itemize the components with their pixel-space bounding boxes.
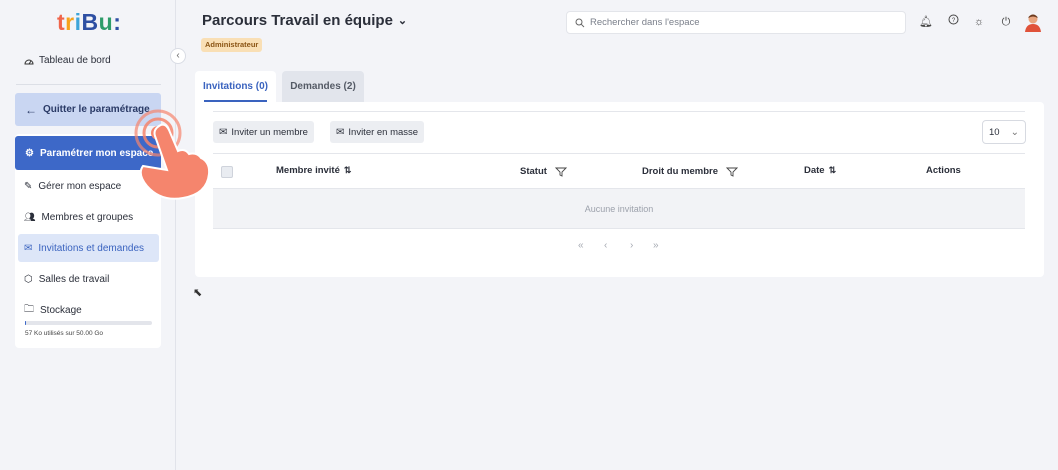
users-icon: 👥︎ — [24, 211, 36, 222]
tab-requests-label: Demandes (2) — [290, 81, 356, 92]
gear-icon: ⚙ — [25, 147, 34, 159]
column-right-label: Droit du membre — [642, 166, 719, 177]
sidebar-item-label: Stockage — [40, 304, 82, 316]
sidebar-item-label: Invitations et demandes — [38, 242, 145, 254]
column-status[interactable]: Statut — [520, 166, 567, 177]
column-right[interactable]: Droit du membre — [642, 166, 739, 177]
box-icon: ⬡ — [24, 273, 33, 285]
nav-dashboard[interactable]: Tableau de bord — [24, 55, 111, 66]
search-icon — [575, 18, 585, 27]
sidebar-item-label: Salles de travail — [38, 273, 110, 285]
search-input[interactable]: Rechercher dans l'espace — [566, 11, 906, 34]
mail-icon: ✉ — [336, 126, 345, 138]
empty-table-row: Aucune invitation — [213, 189, 1025, 229]
sidebar-item-storage[interactable]: 🗀 Stockage — [18, 296, 159, 324]
sidebar-item-label: Membres et groupes — [41, 211, 134, 223]
tab-invitations-label: Invitations (0) — [202, 81, 268, 92]
invite-member-label: Inviter un membre — [231, 126, 308, 138]
tab-invitations[interactable]: Invitations (0) — [195, 71, 276, 102]
tribu-logo[interactable]: triBu: — [57, 9, 121, 36]
next-page-button[interactable]: › — [630, 240, 633, 251]
wrench-icon: ✎ — [24, 180, 33, 192]
last-page-button[interactable]: » — [653, 240, 659, 251]
storage-usage-text: 57 Ko utilisés sur 50.00 Go — [25, 330, 104, 337]
invite-bulk-label: Inviter en masse — [348, 126, 419, 138]
chevron-down-icon: ⌄ — [1010, 126, 1019, 138]
mail-icon: ✉ — [24, 242, 33, 254]
first-page-button[interactable]: « — [578, 240, 584, 251]
bell-icon[interactable]: 🔔︎ — [918, 14, 934, 30]
chevron-down-icon: ⌄ — [397, 15, 408, 27]
sun-icon[interactable]: ☼ — [971, 14, 987, 30]
nav-dashboard-label: Tableau de bord — [39, 55, 111, 66]
sort-icon[interactable]: ⇅ — [344, 165, 352, 176]
column-date-label: Date — [804, 165, 825, 176]
column-member-label: Membre invité — [276, 165, 340, 176]
folder-icon: 🗀 — [24, 303, 34, 315]
empty-message: Aucune invitation — [584, 203, 654, 214]
page-title[interactable]: Parcours Travail en équipe ⌄ — [202, 12, 407, 29]
select-all-checkbox[interactable] — [221, 166, 233, 178]
mail-icon: ✉ — [219, 126, 228, 138]
column-actions: Actions — [926, 165, 961, 176]
divider — [213, 111, 1025, 112]
prev-page-button[interactable]: ‹ — [604, 240, 607, 251]
sort-icon[interactable]: ⇅ — [829, 165, 837, 176]
dashboard-icon — [24, 59, 34, 64]
invite-member-button[interactable]: ✉ Inviter un membre — [213, 121, 314, 143]
arrow-left-icon: ← — [25, 102, 37, 117]
role-badge: Administrateur — [201, 38, 263, 52]
tab-requests[interactable]: Demandes (2) — [282, 71, 364, 102]
invite-bulk-button[interactable]: ✉ Inviter en masse — [330, 121, 425, 143]
sidebar-item-label: Gérer mon espace — [38, 180, 122, 192]
search-placeholder: Rechercher dans l'espace — [590, 17, 700, 28]
sidebar-item-workrooms[interactable]: ⬡ Salles de travail — [18, 265, 159, 293]
filter-icon[interactable] — [554, 167, 567, 177]
column-status-label: Statut — [520, 166, 547, 177]
filter-icon[interactable] — [726, 167, 739, 177]
sidebar-divider — [16, 84, 161, 85]
power-icon[interactable]: ⏻ — [998, 14, 1014, 30]
page-title-text: Parcours Travail en équipe — [202, 12, 393, 29]
collapse-sidebar-button[interactable]: ‹ — [170, 48, 186, 64]
mouse-cursor-icon: ⬉ — [193, 287, 203, 299]
sidebar-item-invitations[interactable]: ✉ Invitations et demandes — [18, 234, 159, 262]
column-member[interactable]: Membre invité ⇅ — [276, 165, 351, 176]
storage-progress-fill — [25, 321, 27, 325]
page-size-select[interactable]: 10 ⌄ — [982, 120, 1026, 144]
column-actions-label: Actions — [926, 165, 961, 176]
page-size-value: 10 — [989, 126, 1000, 138]
tap-hand-icon — [134, 109, 211, 200]
storage-progress — [25, 321, 152, 325]
svg-text:?: ? — [951, 18, 955, 24]
column-date[interactable]: Date ⇅ — [804, 165, 836, 176]
avatar[interactable] — [1024, 12, 1042, 32]
help-icon[interactable]: ? — [945, 14, 961, 30]
